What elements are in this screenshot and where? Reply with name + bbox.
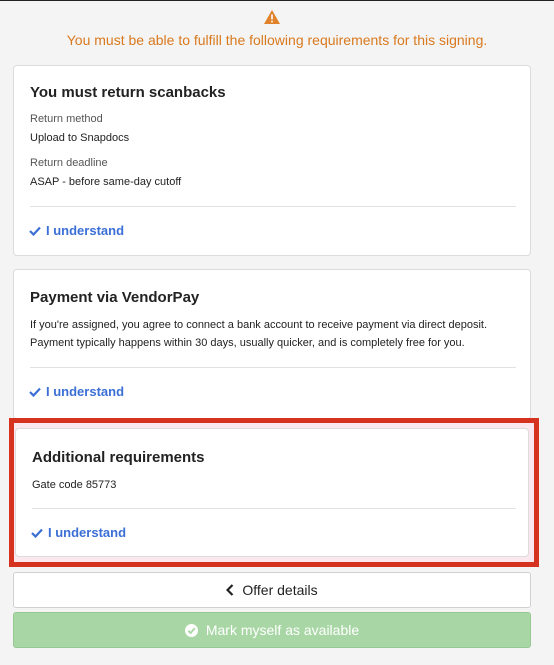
scanbacks-understand-button[interactable]: I understand: [29, 223, 124, 238]
offer-details-label: Offer details: [242, 582, 318, 598]
understand-label: I understand: [46, 223, 125, 238]
check-icon: [31, 528, 43, 538]
chevron-left-icon: [226, 584, 234, 596]
vendorpay-understand-button[interactable]: I understand: [29, 384, 124, 399]
return-method-label: Return method: [30, 113, 103, 125]
scanbacks-card: You must return scanbacks Return method …: [13, 65, 531, 256]
understand-label: I understand: [48, 525, 127, 540]
gate-code-text: Gate code 85773: [32, 479, 117, 491]
offer-details-button[interactable]: Offer details: [13, 572, 531, 608]
additional-requirements-card: Additional requirements Gate code 85773 …: [15, 428, 529, 557]
warning-triangle-icon: [264, 10, 280, 24]
return-deadline-label: Return deadline: [30, 157, 108, 169]
additional-understand-button[interactable]: I understand: [31, 525, 126, 540]
requirements-warning-text: You must be able to fulfill the followin…: [66, 32, 488, 48]
vendorpay-line-1: If you're assigned, you agree to connect…: [30, 319, 488, 331]
vendorpay-title: Payment via VendorPay: [30, 289, 200, 306]
divider: [30, 206, 516, 207]
return-method-value: Upload to Snapdocs: [30, 132, 130, 144]
return-deadline-value: ASAP - before same-day cutoff: [30, 176, 182, 188]
check-icon: [29, 387, 41, 397]
vendorpay-line-2: Payment typically happens within 30 days…: [30, 337, 465, 349]
vendorpay-card: Payment via VendorPay If you're assigned…: [13, 269, 531, 420]
check-icon: [29, 226, 41, 236]
mark-available-button[interactable]: Mark myself as available: [13, 612, 531, 648]
divider: [30, 367, 516, 368]
divider: [32, 508, 516, 509]
check-circle-icon: [184, 623, 198, 637]
mark-available-label: Mark myself as available: [205, 622, 360, 638]
understand-label: I understand: [46, 384, 125, 399]
additional-requirements-title: Additional requirements: [32, 449, 205, 466]
scanbacks-title: You must return scanbacks: [30, 84, 226, 101]
top-border: [0, 0, 554, 1]
